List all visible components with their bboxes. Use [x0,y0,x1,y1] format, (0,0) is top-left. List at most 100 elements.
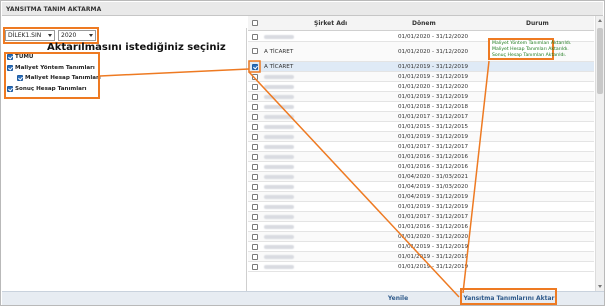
row-checkbox[interactable] [252,214,258,220]
row-checkbox[interactable] [252,48,258,54]
column-header-period: Dönem [412,20,436,27]
row-checkbox[interactable] [252,264,258,270]
period-cell: 01/01/2019 - 31/12/2019 [398,244,469,250]
table-row[interactable]: 01/01/2020 - 31/12/2020 [248,232,594,242]
scrollbar-thumb[interactable] [597,28,603,94]
table-row[interactable]: 01/01/2020 - 31/12/2020 [248,82,594,92]
period-cell: 01/01/2019 - 31/12/2019 [398,74,469,80]
title-bar: YANSITMA TANIM AKTARMA [2,2,603,16]
grid-scrollbar[interactable] [595,16,604,291]
row-checkbox[interactable] [252,174,258,180]
redacted-company-name [264,205,294,209]
row-checkbox[interactable] [252,154,258,160]
tree-highlight-box [4,52,100,99]
table-row[interactable]: 01/01/2019 - 31/12/2019 [248,202,594,212]
table-row[interactable]: 01/01/2019 - 31/12/2019 [248,252,594,262]
redacted-company-name [264,165,294,169]
period-cell: 01/01/2019 - 31/12/2019 [398,254,469,260]
scroll-down-icon[interactable] [598,285,602,288]
period-cell: 01/01/2020 - 31/12/2020 [398,48,469,55]
row-checkbox[interactable] [252,244,258,250]
period-cell: 01/01/2020 - 31/12/2020 [398,84,469,90]
period-cell: 01/01/2019 - 31/12/2019 [398,64,469,70]
redacted-company-name [264,75,294,79]
redacted-company-name [264,225,294,229]
redacted-company-name [264,95,294,99]
table-row[interactable]: 01/01/2016 - 31/12/2016 [248,152,594,162]
period-cell: 01/04/2019 - 31/12/2019 [398,194,469,200]
redacted-company-name [264,175,294,179]
row-checkbox[interactable] [252,204,258,210]
redacted-company-name [264,155,294,159]
transfer-highlight-box [460,288,557,305]
period-cell: 01/01/2017 - 31/12/2017 [398,144,469,150]
table-row[interactable]: 01/01/2019 - 31/12/2019 [248,92,594,102]
table-row[interactable]: 01/01/2017 - 31/12/2017 [248,212,594,222]
refresh-button[interactable]: Yenile [380,293,416,305]
redacted-company-name [264,195,294,199]
table-row[interactable]: 01/01/2019 - 31/12/2019 [248,242,594,252]
table-row[interactable]: 01/01/2017 - 31/12/2017 [248,112,594,122]
row-checkbox[interactable] [252,84,258,90]
row-checkbox[interactable] [252,134,258,140]
row-checkbox[interactable] [252,224,258,230]
row-checkbox[interactable] [252,104,258,110]
period-cell: 01/01/2019 - 31/12/2019 [398,264,469,270]
table-row[interactable]: 01/01/2018 - 31/12/2018 [248,102,594,112]
table-row[interactable]: 01/04/2019 - 31/12/2019 [248,192,594,202]
row-checkbox[interactable] [252,234,258,240]
column-header-company: Şirket Adı [314,20,348,27]
table-row[interactable]: 01/01/2019 - 31/12/2019 [248,262,594,272]
table-row[interactable]: 01/01/2017 - 31/12/2017 [248,142,594,152]
table-row[interactable]: 01/04/2020 - 31/03/2021 [248,172,594,182]
period-cell: 01/01/2016 - 31/12/2016 [398,224,469,230]
redacted-company-name [264,125,294,129]
period-cell: 01/01/2020 - 31/12/2020 [398,34,469,40]
row-checkbox[interactable] [252,94,258,100]
redacted-company-name [264,145,294,149]
table-row[interactable]: 01/01/2016 - 31/12/2016 [248,162,594,172]
redacted-company-name [264,105,294,109]
company-name: A TİCARET [264,64,294,70]
yansitma-window: YANSITMA TANIM AKTARMA DİLEK1.SIN 2020 A… [0,0,605,306]
period-cell: 01/01/2016 - 31/12/2016 [398,154,469,160]
row-checkbox[interactable] [252,254,258,260]
period-cell: 01/04/2019 - 31/03/2020 [398,184,469,190]
status-line: Sonuç Hesap Tanımları Aktarıldı. [492,53,567,58]
scroll-up-icon[interactable] [598,19,602,22]
period-cell: 01/01/2016 - 31/12/2016 [398,164,469,170]
period-cell: 01/01/2018 - 31/12/2018 [398,104,469,110]
period-cell: 01/01/2019 - 31/12/2019 [398,204,469,210]
column-header-status: Durum [526,20,549,27]
table-row[interactable]: 01/01/2016 - 31/12/2016 [248,222,594,232]
table-row[interactable]: 01/04/2019 - 31/03/2020 [248,182,594,192]
row-checkbox[interactable] [252,194,258,200]
company-grid: Şirket Adı Dönem Durum 01/01/2020 - 31/1… [248,16,594,291]
row-checkbox[interactable] [252,184,258,190]
redacted-company-name [264,235,294,239]
table-row[interactable]: 01/01/2019 - 31/12/2019 [248,72,594,82]
select-all-checkbox[interactable] [252,20,258,26]
period-cell: 01/01/2019 - 31/12/2019 [398,134,469,140]
row-checkbox[interactable] [252,144,258,150]
row-checkbox[interactable] [252,64,258,70]
redacted-company-name [264,135,294,139]
redacted-company-name [264,265,294,269]
period-cell: 01/01/2017 - 31/12/2017 [398,114,469,120]
redacted-company-name [264,185,294,189]
table-row[interactable]: 01/01/2019 - 31/12/2019 [248,132,594,142]
redacted-company-name [264,255,294,259]
redacted-company-name [264,85,294,89]
redacted-company-name [264,35,294,39]
company-name: A TİCARET [264,48,294,55]
row-checkbox[interactable] [252,114,258,120]
redacted-company-name [264,215,294,219]
window-title: YANSITMA TANIM AKTARMA [6,6,102,13]
row-checkbox[interactable] [252,164,258,170]
status-message-box: Maliyet Yöntem Tanımları Aktarıldı. Mali… [488,38,571,60]
table-row[interactable]: A TİCARET 01/01/2019 - 31/12/2019 [248,62,594,72]
row-checkbox[interactable] [252,34,258,40]
row-checkbox[interactable] [252,124,258,130]
table-row[interactable]: 01/01/2015 - 31/12/2015 [248,122,594,132]
row-checkbox[interactable] [252,74,258,80]
